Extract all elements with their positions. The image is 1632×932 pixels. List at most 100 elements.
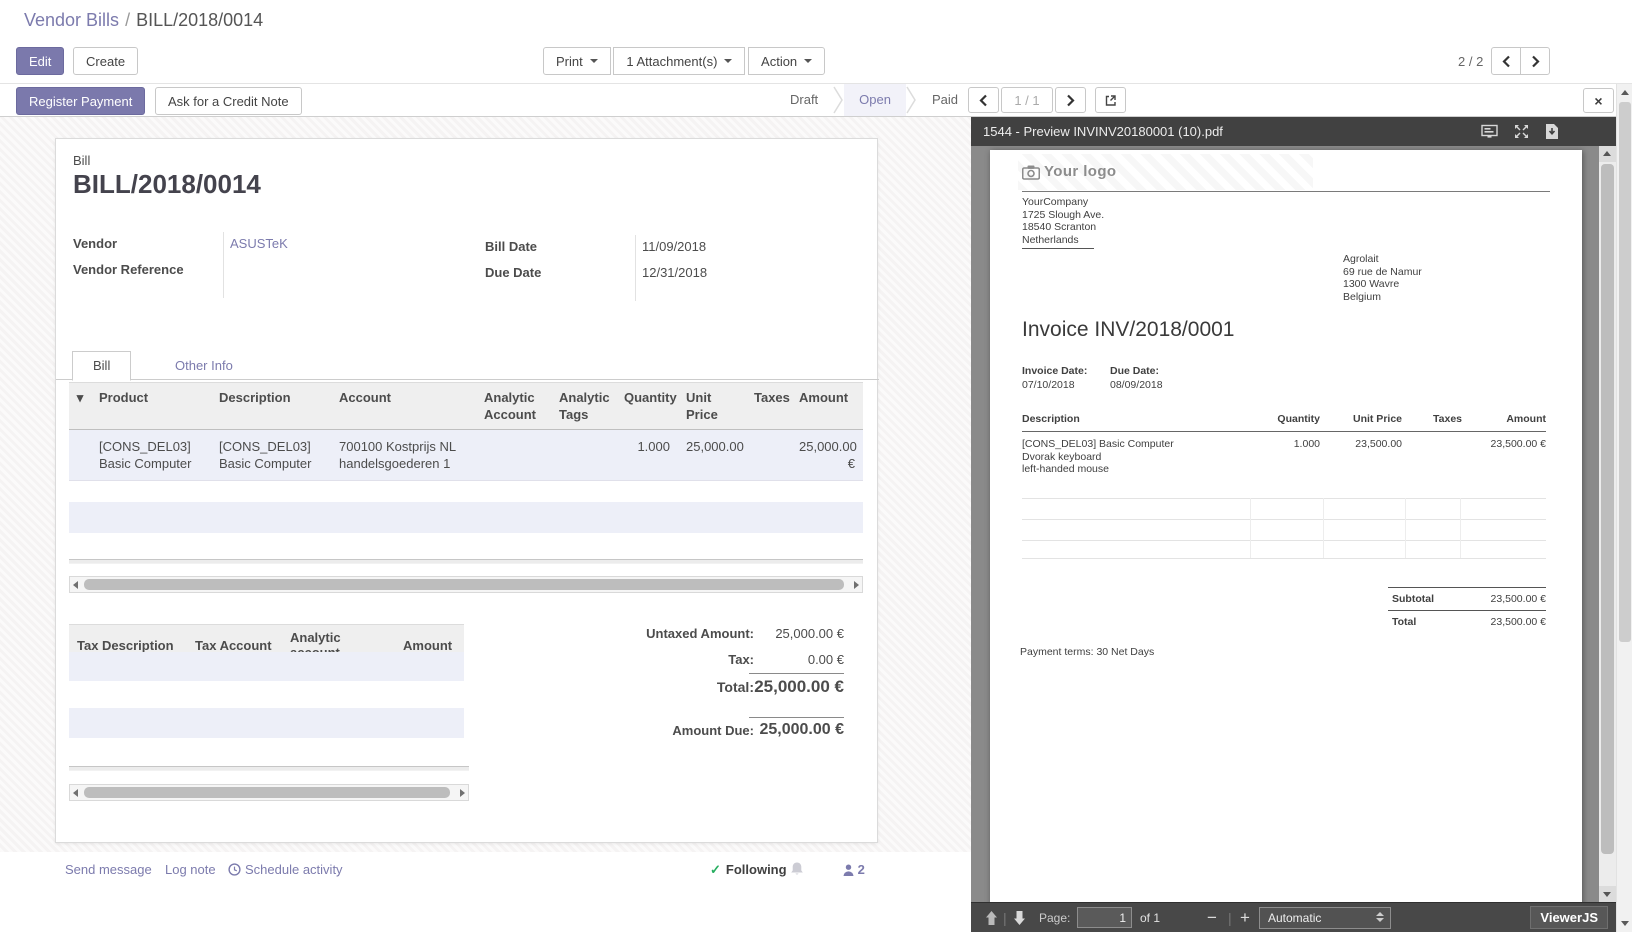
cell-amount[interactable]: 25,000.00 €: [791, 430, 863, 481]
chevron-right-icon: [1531, 55, 1540, 68]
next-page-icon[interactable]: [1012, 910, 1027, 926]
empty-row: [69, 502, 863, 533]
statusbar: Register Payment Ask for a Credit Note D…: [0, 84, 1616, 117]
cell-unit-price[interactable]: 25,000.00: [678, 430, 746, 481]
next-record-button[interactable]: [1520, 47, 1550, 75]
followers-button[interactable]: 2: [843, 862, 865, 877]
scrollbar-thumb[interactable]: [1601, 164, 1614, 854]
cell-analytic-account[interactable]: [476, 430, 551, 481]
status-step-open[interactable]: Open: [844, 84, 906, 116]
scroll-left-icon[interactable]: [73, 581, 78, 589]
chevron-left-icon: [979, 94, 988, 107]
previous-page-icon[interactable]: [984, 910, 999, 926]
chevron-left-icon: [1502, 55, 1511, 68]
chevron-right-icon: [1066, 94, 1075, 107]
page-number-input[interactable]: [1077, 907, 1132, 928]
breadcrumb-parent-link[interactable]: Vendor Bills: [24, 10, 119, 30]
cell-product[interactable]: [CONS_DEL03] Basic Computer: [91, 430, 211, 481]
zoom-mode-select[interactable]: Automatic: [1259, 907, 1391, 929]
divider: [1022, 498, 1546, 499]
divider: [69, 766, 469, 771]
log-note-button[interactable]: Log note: [165, 862, 216, 877]
download-icon[interactable]: [1544, 123, 1561, 140]
cell-analytic-tags[interactable]: [551, 430, 616, 481]
amount-due-value: 25,000.00 €: [724, 721, 844, 739]
col-analytic-account[interactable]: Analytic Account: [476, 383, 551, 430]
odoo-window: Vendor Bills/BILL/2018/0014 Edit Create …: [0, 0, 1632, 932]
schedule-activity-button[interactable]: Schedule activity: [228, 862, 343, 877]
bell-icon[interactable]: [790, 861, 804, 876]
pdf-col-amount: Amount: [1506, 413, 1546, 426]
status-step-paid[interactable]: Paid: [917, 84, 973, 116]
cell-quantity[interactable]: 1.000: [616, 430, 678, 481]
scrollbar-thumb[interactable]: [84, 579, 844, 590]
viewerjs-badge[interactable]: ViewerJS: [1530, 906, 1608, 929]
send-message-button[interactable]: Send message: [65, 862, 152, 877]
zoom-out-button[interactable]: −: [1207, 908, 1217, 928]
pdf-toolbar: | Page: of 1 − | + Automatic ViewerJS: [971, 902, 1616, 932]
due-date-value: 12/31/2018: [642, 265, 707, 280]
action-dropdown-button[interactable]: Action: [748, 47, 825, 75]
chevron-down-icon: [590, 59, 598, 63]
cell-taxes[interactable]: [746, 430, 791, 481]
scrollbar-thumb[interactable]: [84, 787, 450, 798]
arrow-down-icon[interactable]: [1621, 921, 1629, 926]
attachment-next-button[interactable]: [1055, 87, 1086, 113]
divider: [1388, 587, 1546, 588]
row-handle: [69, 430, 91, 481]
col-taxes[interactable]: Taxes: [746, 383, 791, 430]
col-quantity[interactable]: Quantity: [616, 383, 678, 430]
col-amount[interactable]: Amount: [791, 383, 863, 430]
following-toggle[interactable]: ✓Following: [710, 862, 787, 878]
col-description[interactable]: Description: [211, 383, 331, 430]
attachments-dropdown-button[interactable]: 1 Attachment(s): [613, 47, 745, 75]
cell-description[interactable]: [CONS_DEL03] Basic Computer: [211, 430, 331, 481]
attachment-previous-button[interactable]: [968, 87, 999, 113]
tax-horizontal-scrollbar[interactable]: [69, 784, 469, 801]
pdf-viewport[interactable]: Your logo YourCompany1725 Slough Ave. 18…: [971, 146, 1616, 902]
window-vertical-scrollbar[interactable]: [1616, 84, 1632, 932]
chatter: Send message Log note Schedule activity …: [0, 852, 971, 932]
scroll-left-icon[interactable]: [73, 789, 78, 797]
divider: [1250, 498, 1251, 558]
pdf-preview-panel: 1544 - Preview INVINV20180001 (10).pdf Y…: [971, 117, 1616, 932]
cell-account[interactable]: 700100 Kostprijs NL handelsgoederen 1: [331, 430, 476, 481]
open-attachment-button[interactable]: [1095, 87, 1126, 113]
col-product[interactable]: Product: [91, 383, 211, 430]
scroll-right-icon[interactable]: [460, 789, 465, 797]
scroll-up-button[interactable]: [1599, 146, 1616, 162]
presentation-mode-icon[interactable]: [1481, 123, 1498, 140]
edit-button[interactable]: Edit: [16, 47, 64, 75]
scroll-right-icon[interactable]: [854, 581, 859, 589]
tab-bill[interactable]: Bill: [72, 351, 131, 381]
scrollbar-thumb[interactable]: [1619, 102, 1631, 642]
lines-horizontal-scrollbar[interactable]: [69, 576, 863, 593]
fullscreen-icon[interactable]: [1513, 123, 1530, 140]
pdf-col-quantity: Quantity: [1277, 413, 1320, 426]
close-preview-button[interactable]: ×: [1583, 88, 1614, 113]
field-separator: [223, 232, 224, 298]
pdf-header-bar: 1544 - Preview INVINV20180001 (10).pdf: [971, 117, 1616, 146]
previous-record-button[interactable]: [1491, 47, 1521, 75]
table-header-row: ▾ Product Description Account Analytic A…: [69, 383, 863, 430]
status-step-draft[interactable]: Draft: [775, 84, 833, 116]
divider: [1405, 498, 1406, 558]
optional-columns-dropdown-icon[interactable]: ▾: [69, 383, 91, 430]
zoom-in-button[interactable]: +: [1240, 908, 1250, 928]
print-dropdown-button[interactable]: Print: [543, 47, 611, 75]
register-payment-button[interactable]: Register Payment: [16, 87, 145, 115]
create-button[interactable]: Create: [73, 47, 138, 75]
table-row[interactable]: [CONS_DEL03] Basic Computer [CONS_DEL03]…: [69, 430, 863, 481]
untaxed-amount-value: 25,000.00 €: [724, 626, 844, 641]
scroll-down-button[interactable]: [1599, 886, 1616, 902]
col-account[interactable]: Account: [331, 383, 476, 430]
col-unit-price[interactable]: Unit Price: [678, 383, 746, 430]
tab-other-info[interactable]: Other Info: [161, 352, 247, 380]
pdf-vertical-scrollbar[interactable]: [1599, 146, 1616, 902]
control-panel: Edit Create Print 1 Attachment(s) Action…: [0, 40, 1632, 84]
ask-credit-note-button[interactable]: Ask for a Credit Note: [155, 87, 302, 115]
vendor-value-link[interactable]: ASUSTeK: [230, 236, 288, 251]
bill-date-value: 11/09/2018: [642, 239, 706, 254]
col-analytic-tags[interactable]: Analytic Tags: [551, 383, 616, 430]
arrow-up-icon[interactable]: [1621, 90, 1629, 95]
